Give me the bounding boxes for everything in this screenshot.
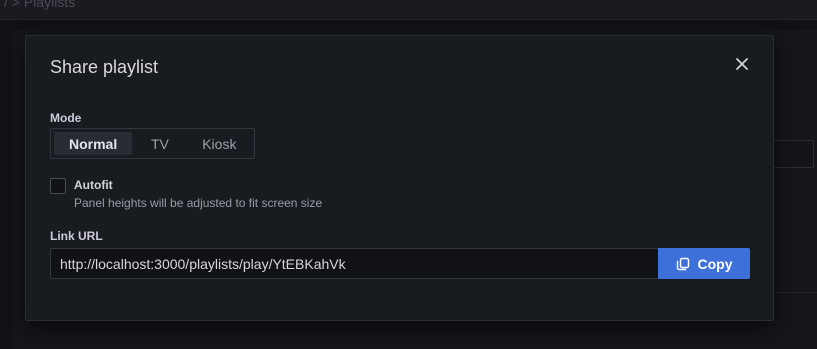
- background-topbar: / > Playlists: [0, 0, 817, 20]
- autofit-description: Panel heights will be adjusted to fit sc…: [74, 196, 323, 210]
- link-url-input[interactable]: [50, 248, 658, 279]
- mode-option-normal[interactable]: Normal: [54, 132, 133, 155]
- copy-button[interactable]: Copy: [658, 248, 750, 279]
- share-playlist-modal: Share playlist Mode Normal TV Kiosk Auto…: [25, 35, 774, 321]
- copy-button-label: Copy: [697, 255, 733, 272]
- background-divider: [770, 292, 817, 293]
- breadcrumb: / > Playlists: [4, 0, 76, 10]
- close-button[interactable]: [732, 54, 752, 74]
- close-icon: [736, 58, 748, 70]
- mode-option-kiosk[interactable]: Kiosk: [188, 132, 251, 155]
- mode-option-tv[interactable]: TV: [134, 132, 185, 155]
- autofit-label[interactable]: Autofit: [74, 178, 113, 192]
- autofit-checkbox[interactable]: [50, 178, 66, 194]
- mode-label: Mode: [50, 111, 82, 125]
- mode-selector: Normal TV Kiosk: [50, 128, 255, 159]
- modal-title: Share playlist: [50, 57, 159, 77]
- copy-icon: [676, 257, 690, 271]
- link-url-label: Link URL: [50, 229, 103, 243]
